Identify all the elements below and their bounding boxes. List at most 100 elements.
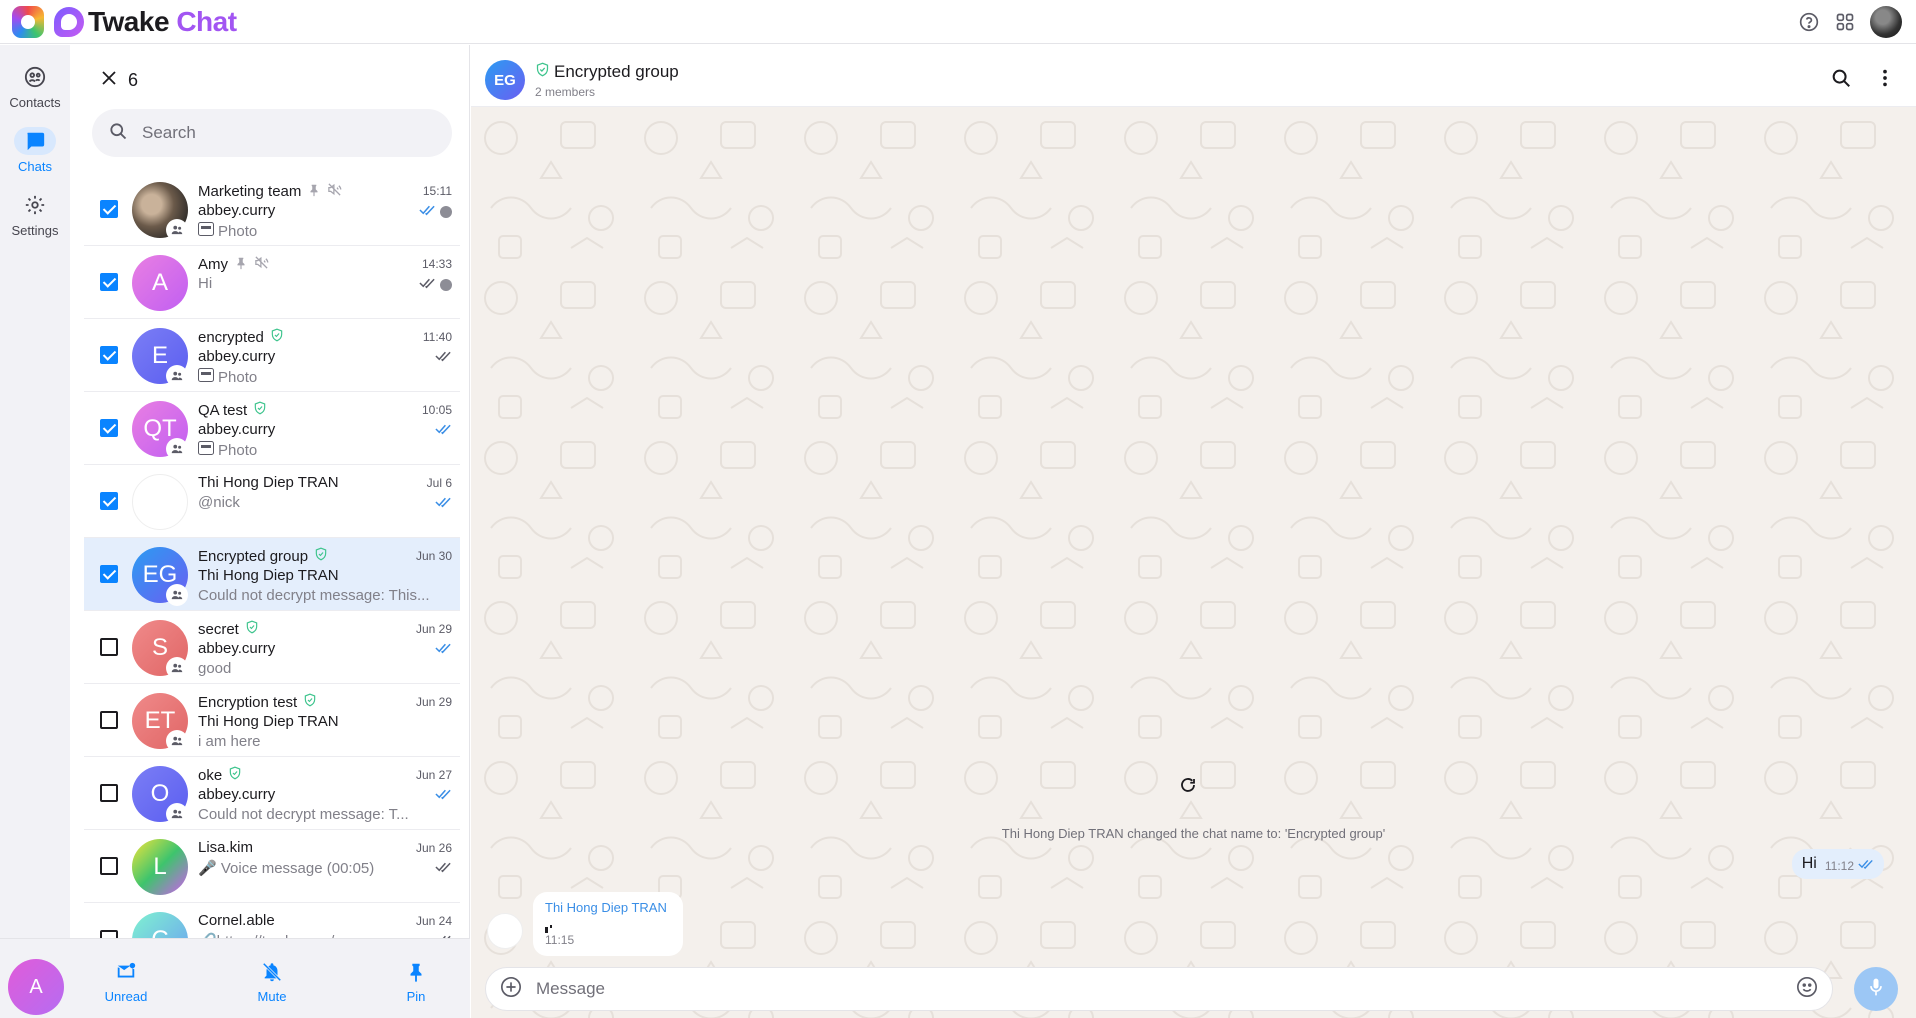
message-composer <box>485 967 1833 1011</box>
mute-label: Mute <box>257 989 287 1004</box>
double-check-icon <box>435 495 452 513</box>
chat-name-text: encrypted <box>198 328 264 346</box>
chat-list-item[interactable]: EG Encrypted group Thi Hong Diep TRAN Could… <box>84 538 460 611</box>
message-body <box>545 921 671 933</box>
chat-select-checkbox[interactable] <box>100 273 118 291</box>
emoji-icon[interactable] <box>1796 976 1818 1003</box>
chat-time: Jun 27 <box>415 768 452 782</box>
search-bar[interactable] <box>92 109 452 157</box>
chat-select-checkbox[interactable] <box>100 565 118 583</box>
rail-item-label: Chats <box>18 159 52 174</box>
outgoing-message[interactable]: Hi 11:12 <box>1791 849 1884 879</box>
app-launcher-logo[interactable] <box>12 5 44 38</box>
close-icon[interactable] <box>100 69 118 92</box>
message-sender[interactable]: Thi Hong Diep TRAN <box>545 900 671 915</box>
profile-avatar[interactable] <box>1870 6 1902 38</box>
reload-icon[interactable] <box>1179 776 1197 799</box>
chat-preview-text: Photo <box>218 222 258 240</box>
chat-select-checkbox[interactable] <box>100 200 118 218</box>
chat-preview: Photo <box>198 441 257 459</box>
avatar[interactable]: C <box>132 912 188 938</box>
verified-shield-icon <box>303 693 317 711</box>
chat-time: Jun 24 <box>415 914 452 928</box>
chat-name-text: Lisa.kim <box>198 839 254 856</box>
help-circle-icon[interactable] <box>1798 11 1820 33</box>
chat-select-checkbox[interactable] <box>100 930 118 938</box>
chat-last-sender: abbey.curry <box>198 348 276 365</box>
pin-icon <box>234 256 248 274</box>
chat-bubble-icon <box>14 127 56 155</box>
chat-select-checkbox[interactable] <box>100 711 118 729</box>
chat-preview: Hi <box>198 275 212 292</box>
chat-select-checkbox[interactable] <box>100 346 118 364</box>
chat-status <box>435 422 452 440</box>
unread-dot <box>440 279 452 291</box>
chat-list-item[interactable]: QT QA test abbey.curry Photo 10:05 <box>84 392 460 465</box>
avatar[interactable]: A <box>132 255 188 311</box>
chat-preview-text: good <box>198 660 232 677</box>
double-check-icon <box>435 641 452 659</box>
search-input[interactable] <box>142 123 422 143</box>
mark-unread-label: Unread <box>104 989 148 1004</box>
chat-status <box>435 787 452 805</box>
chat-name: secret <box>198 620 259 638</box>
avatar[interactable]: L <box>132 839 188 895</box>
mark-unread-button[interactable]: Unread <box>86 961 166 1004</box>
chat-name: Encrypted group <box>198 547 328 565</box>
chat-select-checkbox[interactable] <box>100 784 118 802</box>
chat-time: 14:33 <box>421 257 452 271</box>
chat-list-panel: 6 Marketing team abbey.curry Photo 15:11 A Am… <box>70 45 470 938</box>
add-attachment-icon[interactable] <box>500 976 522 1003</box>
avatar[interactable] <box>132 474 188 530</box>
chat-select-checkbox[interactable] <box>100 492 118 510</box>
chat-status <box>435 349 452 367</box>
chat-list-item[interactable]: ET Encryption test Thi Hong Diep TRAN i am … <box>84 684 460 757</box>
muted-icon <box>327 182 342 201</box>
mute-button[interactable]: Mute <box>232 961 312 1004</box>
chat-status <box>419 203 452 221</box>
chat-select-checkbox[interactable] <box>100 857 118 875</box>
chat-name-text: Marketing team <box>198 183 302 200</box>
pin-button[interactable]: Pin <box>376 961 456 1004</box>
verified-shield-icon <box>535 62 550 82</box>
more-vert-icon[interactable] <box>1874 67 1896 94</box>
photo-thumbnail-icon <box>198 222 214 240</box>
chat-preview-text: i am here <box>198 733 261 750</box>
chat-name: oke <box>198 766 242 784</box>
chat-name-text: Amy <box>198 256 228 273</box>
rail-item-contacts[interactable]: Contacts <box>0 63 70 110</box>
message-input[interactable] <box>536 979 1796 999</box>
chat-list-item[interactable]: A Amy Hi 14:33 <box>84 246 460 319</box>
rail-item-label: Settings <box>11 223 59 238</box>
group-icon <box>166 730 188 752</box>
chat-time: Jun 30 <box>415 549 452 563</box>
chat-time: 10:05 <box>421 403 452 417</box>
chat-list-item[interactable]: CCornel.able🔗https://twake.app/Jun 24 <box>84 903 460 938</box>
avatar[interactable]: EG <box>485 60 525 100</box>
chat-list-item[interactable]: Marketing team abbey.curry Photo 15:11 <box>84 173 460 246</box>
chat-list-item[interactable]: Ooke abbey.curry Could not decrypt message… <box>84 757 460 830</box>
incoming-message[interactable]: Thi Hong Diep TRAN 11:15 <box>533 892 683 956</box>
bell-off-icon <box>232 961 312 985</box>
chat-list-item[interactable]: Ssecret abbey.curry good Jun 29 <box>84 611 460 684</box>
avatar[interactable] <box>487 913 523 949</box>
chat-title: Encrypted group <box>535 62 679 82</box>
chat-list-item[interactable]: Thi Hong Diep TRAN @nick Jul 6 <box>84 465 460 538</box>
double-check-icon <box>1858 858 1874 873</box>
rail-item-chats[interactable]: Chats <box>0 127 70 174</box>
chat-list-item[interactable]: Eencrypted abbey.curry Photo 11:40 <box>84 319 460 392</box>
photo-thumbnail-icon <box>198 441 214 459</box>
chat-wallpaper <box>471 108 1916 1018</box>
chat-name-text: QA test <box>198 401 248 419</box>
search-icon[interactable] <box>1830 67 1852 94</box>
rail-item-settings[interactable]: Settings <box>0 191 70 238</box>
chat-header[interactable]: EG Encrypted group 2 members <box>471 45 1916 107</box>
chat-select-checkbox[interactable] <box>100 419 118 437</box>
chat-list-item[interactable]: L Lisa.kim 🎤 Voice message (00:05) Jun 26 <box>84 830 460 903</box>
avatar[interactable]: A <box>8 959 64 1015</box>
chat-select-checkbox[interactable] <box>100 638 118 656</box>
double-check-icon <box>435 422 452 440</box>
double-check-icon <box>419 276 436 294</box>
voice-record-button[interactable] <box>1854 967 1898 1011</box>
apps-grid-icon[interactable] <box>1834 11 1856 33</box>
